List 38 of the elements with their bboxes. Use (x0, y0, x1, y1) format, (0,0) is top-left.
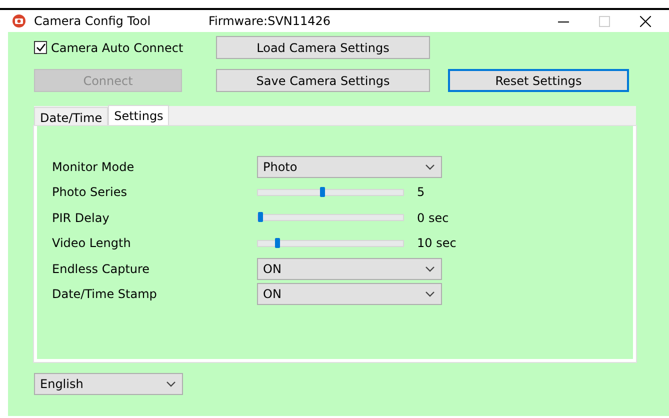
button[interactable]: Reset Settings (448, 69, 629, 92)
slider-reading: 10 sec (417, 235, 456, 252)
button[interactable]: Load Camera Settings (216, 36, 430, 59)
setting-label: Video Length (52, 235, 132, 252)
setting-label: PIR Delay (52, 210, 110, 227)
firmware-label: Firmware:SVN11426 (208, 13, 331, 30)
slider-track[interactable] (257, 214, 404, 222)
slider-track[interactable] (257, 240, 404, 247)
dropdown[interactable]: ON (257, 283, 442, 306)
setting-label: Photo Series (52, 184, 128, 202)
tab[interactable]: Date/Time (34, 107, 108, 126)
slider-reading: 0 sec (417, 210, 449, 227)
dropdown[interactable]: ON (257, 258, 442, 280)
slider-thumb[interactable] (275, 238, 280, 248)
dropdown-value: ON (263, 286, 282, 304)
window-title: Camera Config Tool (34, 13, 151, 30)
checkbox-label: Camera Auto Connect (51, 40, 184, 56)
chevron-down-icon (425, 291, 435, 298)
camera-icon (12, 14, 26, 28)
chevron-down-icon (425, 266, 435, 272)
button[interactable]: Save Camera Settings (216, 69, 430, 92)
dropdown[interactable]: Photo (257, 156, 442, 178)
dropdown-value: English (40, 376, 84, 393)
setting-label: Monitor Mode (52, 158, 136, 176)
checkbox[interactable] (34, 41, 47, 54)
chevron-down-icon (425, 164, 435, 170)
dropdown-value: Photo (263, 158, 298, 176)
slider-thumb[interactable] (320, 186, 326, 197)
slider-thumb[interactable] (258, 212, 263, 222)
setting-label: Endless Capture (52, 260, 151, 278)
chevron-down-icon (166, 381, 176, 387)
setting-label: Date/Time Stamp (52, 286, 158, 304)
slider-reading: 5 (417, 184, 425, 202)
dropdown-value: ON (263, 260, 282, 278)
tab[interactable]: Settings (108, 105, 170, 126)
slider-track[interactable] (257, 188, 404, 196)
language-dropdown[interactable]: English (34, 373, 183, 395)
close-icon[interactable] (640, 16, 651, 26)
